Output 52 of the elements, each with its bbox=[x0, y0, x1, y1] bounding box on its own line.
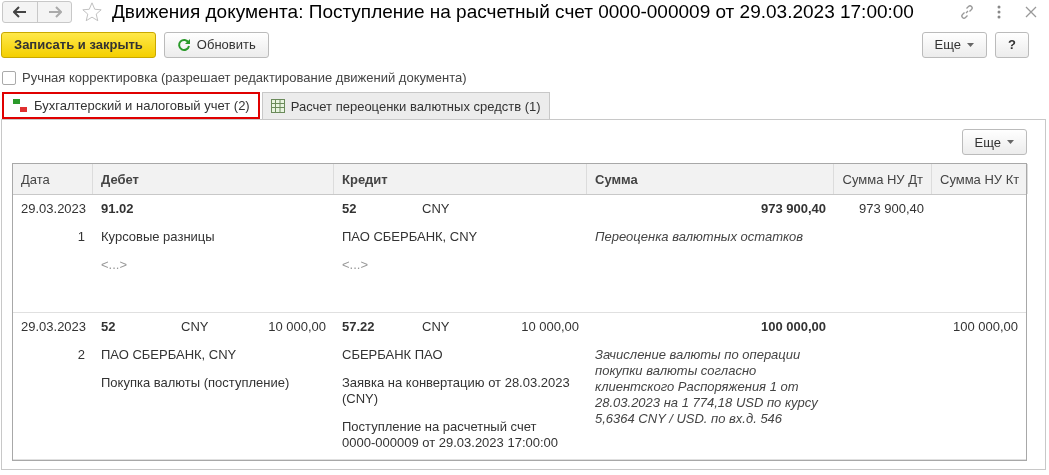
operation-description: Зачисление валюты по операции покупки валюты согласно клиентского Распоряжения 1 от 28.03.2023 на 1 774,18 USD по курсу 5,6364 CNY / USD. по вх.д. 546 bbox=[595, 347, 819, 427]
subconto-text: ПАО СБЕРБАНК, CNY bbox=[101, 347, 238, 363]
tax-credit-amount: 100 000,00 bbox=[951, 319, 1018, 335]
row-number: 1 bbox=[76, 229, 85, 245]
more-button[interactable]: Еще bbox=[961, 129, 1027, 155]
table-icon bbox=[270, 99, 285, 113]
star-icon[interactable] bbox=[80, 0, 104, 23]
tax-debit-amount: 973 900,40 bbox=[857, 201, 924, 217]
empty-subconto: <...> bbox=[101, 257, 129, 273]
caret-icon bbox=[1007, 140, 1014, 144]
date-cell: 29.03.2023 bbox=[21, 319, 85, 335]
subconto-text: Курсовые разницы bbox=[101, 229, 216, 245]
currency-code: CNY bbox=[181, 319, 210, 335]
checkbox-label: Ручная корректировка (разрешает редактирование движений документа) bbox=[22, 70, 467, 86]
tab[interactable]: Бухгалтерский и налоговый учет (2) bbox=[2, 92, 260, 119]
operation-description: Переоценка валютных остатков bbox=[595, 229, 805, 245]
amount-cell-text: 973 900,40 bbox=[759, 201, 826, 217]
empty-subconto: <...> bbox=[342, 257, 370, 273]
refresh-button[interactable]: Обновить bbox=[163, 31, 269, 58]
subconto-text: Поступление на расчетный счет 0000-000009 от 29.03.2023 17:00:00 bbox=[342, 419, 560, 451]
forward-icon bbox=[47, 5, 62, 18]
checkbox[interactable] bbox=[2, 70, 16, 85]
column-header[interactable]: Дата bbox=[13, 164, 93, 194]
account-code: 52 bbox=[101, 319, 117, 335]
column-header[interactable]: Сумма НУ Дт bbox=[834, 164, 932, 194]
column-header[interactable]: Сумма bbox=[587, 164, 834, 194]
column-header[interactable]: Кредит bbox=[334, 164, 587, 194]
currency-amount: 10 000,00 bbox=[521, 319, 579, 335]
caret-icon bbox=[967, 42, 975, 47]
refresh-icon bbox=[176, 37, 191, 52]
window-title: Движения документа: Поступление на расчетный счет 0000-000009 от 29.03.2023 17:00:00 bbox=[112, 0, 915, 23]
subconto-text: Заявка на конвертацию от 28.03.2023 (CNY) bbox=[342, 375, 571, 407]
date-cell: 29.03.2023 bbox=[21, 201, 85, 217]
account-code: 57.22 bbox=[342, 319, 376, 335]
currency-code: CNY bbox=[422, 201, 451, 217]
column-header[interactable]: Дебет bbox=[93, 164, 334, 194]
account-code: 91.02 bbox=[101, 201, 135, 217]
currency-amount: 10 000,00 bbox=[268, 319, 326, 335]
amount-cell-text: 100 000,00 bbox=[759, 319, 826, 335]
debit-credit-icon bbox=[12, 97, 28, 114]
currency-code: CNY bbox=[422, 319, 451, 335]
account-code: 52 bbox=[342, 201, 358, 217]
more-button[interactable]: Еще bbox=[921, 31, 988, 58]
help-button[interactable]: ? bbox=[995, 31, 1029, 58]
subconto-text: Покупка валюты (поступление) bbox=[101, 375, 291, 391]
subconto-text: СБЕРБАНК ПАО bbox=[342, 347, 444, 363]
save-and-close-button[interactable]: Записать и закрыть bbox=[1, 31, 156, 58]
column-header[interactable]: Сумма НУ Кт bbox=[932, 164, 1029, 194]
row-number: 2 bbox=[76, 347, 85, 363]
back-icon bbox=[13, 5, 27, 18]
tab[interactable]: Расчет переоценки валютных средств (1) bbox=[261, 92, 550, 119]
subconto-text: ПАО СБЕРБАНК, CNY bbox=[342, 229, 479, 245]
